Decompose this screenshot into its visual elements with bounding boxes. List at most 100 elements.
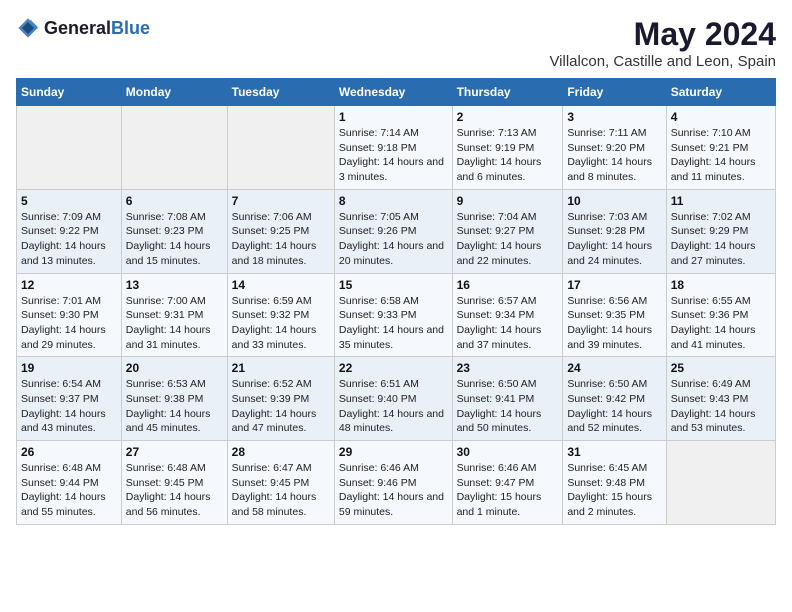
day-number: 30 xyxy=(457,445,559,459)
day-number: 16 xyxy=(457,278,559,292)
calendar-cell: 27 Sunrise: 6:48 AMSunset: 9:45 PMDayligh… xyxy=(121,441,227,525)
day-number: 5 xyxy=(21,194,117,208)
day-detail: Sunrise: 6:46 AMSunset: 9:47 PMDaylight:… xyxy=(457,461,559,520)
day-detail: Sunrise: 7:11 AMSunset: 9:20 PMDaylight:… xyxy=(567,126,661,185)
calendar-cell: 28Sunrise: 6:47 AMSunset: 9:45 PMDayligh… xyxy=(227,441,334,525)
day-detail: Sunrise: 7:01 AMSunset: 9:30 PMDaylight:… xyxy=(21,294,117,353)
day-number: 2 xyxy=(457,110,559,124)
day-number: 18 xyxy=(671,278,771,292)
calendar-cell xyxy=(121,106,227,190)
day-number: 12 xyxy=(21,278,117,292)
day-number: 9 xyxy=(457,194,559,208)
day-detail: Sunrise: 6:52 AMSunset: 9:39 PMDaylight:… xyxy=(232,377,330,436)
day-detail: Sunrise: 7:06 AMSunset: 9:25 PMDaylight:… xyxy=(232,210,330,269)
day-number: 23 xyxy=(457,361,559,375)
calendar-table: SundayMondayTuesdayWednesdayThursdayFrid… xyxy=(16,78,776,525)
col-header-wednesday: Wednesday xyxy=(334,79,452,106)
day-number: 4 xyxy=(671,110,771,124)
calendar-week-2: 5Sunrise: 7:09 AMSunset: 9:22 PMDaylight… xyxy=(17,189,776,273)
day-number: 19 xyxy=(21,361,117,375)
calendar-week-3: 12 Sunrise: 7:01 AMSunset: 9:30 PMDayligh… xyxy=(17,273,776,357)
calendar-cell xyxy=(17,106,122,190)
day-number: 14 xyxy=(232,278,330,292)
col-header-monday: Monday xyxy=(121,79,227,106)
day-detail: Sunrise: 6:49 AMSunset: 9:43 PMDaylight:… xyxy=(671,377,771,436)
day-number: 7 xyxy=(232,194,330,208)
calendar-cell: 12 Sunrise: 7:01 AMSunset: 9:30 PMDayligh… xyxy=(17,273,122,357)
calendar-cell: 11Sunrise: 7:02 AMSunset: 9:29 PMDayligh… xyxy=(666,189,775,273)
calendar-cell: 1 Sunrise: 7:14 AMSunset: 9:18 PMDaylight… xyxy=(334,106,452,190)
day-number: 6 xyxy=(126,194,223,208)
day-number: 26 xyxy=(21,445,117,459)
logo-blue: Blue xyxy=(111,18,150,38)
page-subtitle: Villalcon, Castille and Leon, Spain xyxy=(549,53,776,70)
day-number: 3 xyxy=(567,110,661,124)
day-number: 24 xyxy=(567,361,661,375)
day-detail: Sunrise: 6:58 AMSunset: 9:33 PMDaylight:… xyxy=(339,294,448,353)
day-detail: Sunrise: 6:48 AMSunset: 9:45 PMDaylight:… xyxy=(126,461,223,520)
calendar-week-4: 19 Sunrise: 6:54 AMSunset: 9:37 PMDayligh… xyxy=(17,357,776,441)
day-detail: Sunrise: 7:08 AMSunset: 9:23 PMDaylight:… xyxy=(126,210,223,269)
day-number: 27 xyxy=(126,445,223,459)
calendar-cell: 5Sunrise: 7:09 AMSunset: 9:22 PMDaylight… xyxy=(17,189,122,273)
day-detail: Sunrise: 7:14 AMSunset: 9:18 PMDaylight:… xyxy=(339,126,448,185)
day-detail: Sunrise: 6:51 AMSunset: 9:40 PMDaylight:… xyxy=(339,377,448,436)
page-header: GeneralBlue May 2024 Villalcon, Castille… xyxy=(16,16,776,70)
calendar-cell: 21 Sunrise: 6:52 AMSunset: 9:39 PMDayligh… xyxy=(227,357,334,441)
calendar-cell: 19 Sunrise: 6:54 AMSunset: 9:37 PMDayligh… xyxy=(17,357,122,441)
day-number: 10 xyxy=(567,194,661,208)
calendar-cell: 3 Sunrise: 7:11 AMSunset: 9:20 PMDaylight… xyxy=(563,106,666,190)
day-number: 25 xyxy=(671,361,771,375)
calendar-cell: 25 Sunrise: 6:49 AMSunset: 9:43 PMDayligh… xyxy=(666,357,775,441)
day-detail: Sunrise: 6:45 AMSunset: 9:48 PMDaylight:… xyxy=(567,461,661,520)
calendar-week-1: 1 Sunrise: 7:14 AMSunset: 9:18 PMDaylight… xyxy=(17,106,776,190)
calendar-cell: 22Sunrise: 6:51 AMSunset: 9:40 PMDayligh… xyxy=(334,357,452,441)
day-number: 20 xyxy=(126,361,223,375)
day-number: 17 xyxy=(567,278,661,292)
day-detail: Sunrise: 6:55 AMSunset: 9:36 PMDaylight:… xyxy=(671,294,771,353)
day-detail: Sunrise: 6:48 AMSunset: 9:44 PMDaylight:… xyxy=(21,461,117,520)
calendar-cell: 31Sunrise: 6:45 AMSunset: 9:48 PMDayligh… xyxy=(563,441,666,525)
page-title: May 2024 xyxy=(549,16,776,53)
calendar-cell: 23 Sunrise: 6:50 AMSunset: 9:41 PMDayligh… xyxy=(452,357,563,441)
logo-text: GeneralBlue xyxy=(44,18,150,39)
logo-icon xyxy=(16,16,40,40)
calendar-cell: 6 Sunrise: 7:08 AMSunset: 9:23 PMDaylight… xyxy=(121,189,227,273)
calendar-cell: 8 Sunrise: 7:05 AMSunset: 9:26 PMDaylight… xyxy=(334,189,452,273)
calendar-cell: 10 Sunrise: 7:03 AMSunset: 9:28 PMDayligh… xyxy=(563,189,666,273)
day-detail: Sunrise: 6:54 AMSunset: 9:37 PMDaylight:… xyxy=(21,377,117,436)
day-detail: Sunrise: 6:50 AMSunset: 9:42 PMDaylight:… xyxy=(567,377,661,436)
day-detail: Sunrise: 6:46 AMSunset: 9:46 PMDaylight:… xyxy=(339,461,448,520)
calendar-cell xyxy=(227,106,334,190)
day-number: 21 xyxy=(232,361,330,375)
calendar-cell: 7 Sunrise: 7:06 AMSunset: 9:25 PMDaylight… xyxy=(227,189,334,273)
calendar-week-5: 26 Sunrise: 6:48 AMSunset: 9:44 PMDayligh… xyxy=(17,441,776,525)
day-detail: Sunrise: 6:57 AMSunset: 9:34 PMDaylight:… xyxy=(457,294,559,353)
calendar-cell: 29 Sunrise: 6:46 AMSunset: 9:46 PMDayligh… xyxy=(334,441,452,525)
day-number: 1 xyxy=(339,110,448,124)
calendar-cell: 2Sunrise: 7:13 AMSunset: 9:19 PMDaylight… xyxy=(452,106,563,190)
day-detail: Sunrise: 7:03 AMSunset: 9:28 PMDaylight:… xyxy=(567,210,661,269)
logo-general: General xyxy=(44,18,111,38)
calendar-cell: 13Sunrise: 7:00 AMSunset: 9:31 PMDayligh… xyxy=(121,273,227,357)
day-detail: Sunrise: 7:05 AMSunset: 9:26 PMDaylight:… xyxy=(339,210,448,269)
day-number: 29 xyxy=(339,445,448,459)
calendar-cell: 26 Sunrise: 6:48 AMSunset: 9:44 PMDayligh… xyxy=(17,441,122,525)
calendar-cell: 4Sunrise: 7:10 AMSunset: 9:21 PMDaylight… xyxy=(666,106,775,190)
calendar-cell: 30 Sunrise: 6:46 AMSunset: 9:47 PMDayligh… xyxy=(452,441,563,525)
day-detail: Sunrise: 6:50 AMSunset: 9:41 PMDaylight:… xyxy=(457,377,559,436)
day-number: 8 xyxy=(339,194,448,208)
day-detail: Sunrise: 7:04 AMSunset: 9:27 PMDaylight:… xyxy=(457,210,559,269)
calendar-header-row: SundayMondayTuesdayWednesdayThursdayFrid… xyxy=(17,79,776,106)
day-detail: Sunrise: 6:47 AMSunset: 9:45 PMDaylight:… xyxy=(232,461,330,520)
calendar-cell: 18 Sunrise: 6:55 AMSunset: 9:36 PMDayligh… xyxy=(666,273,775,357)
calendar-cell: 16 Sunrise: 6:57 AMSunset: 9:34 PMDayligh… xyxy=(452,273,563,357)
col-header-thursday: Thursday xyxy=(452,79,563,106)
calendar-cell: 20 Sunrise: 6:53 AMSunset: 9:38 PMDayligh… xyxy=(121,357,227,441)
day-number: 15 xyxy=(339,278,448,292)
day-detail: Sunrise: 7:02 AMSunset: 9:29 PMDaylight:… xyxy=(671,210,771,269)
calendar-cell: 24 Sunrise: 6:50 AMSunset: 9:42 PMDayligh… xyxy=(563,357,666,441)
day-detail: Sunrise: 7:00 AMSunset: 9:31 PMDaylight:… xyxy=(126,294,223,353)
col-header-saturday: Saturday xyxy=(666,79,775,106)
day-detail: Sunrise: 6:53 AMSunset: 9:38 PMDaylight:… xyxy=(126,377,223,436)
